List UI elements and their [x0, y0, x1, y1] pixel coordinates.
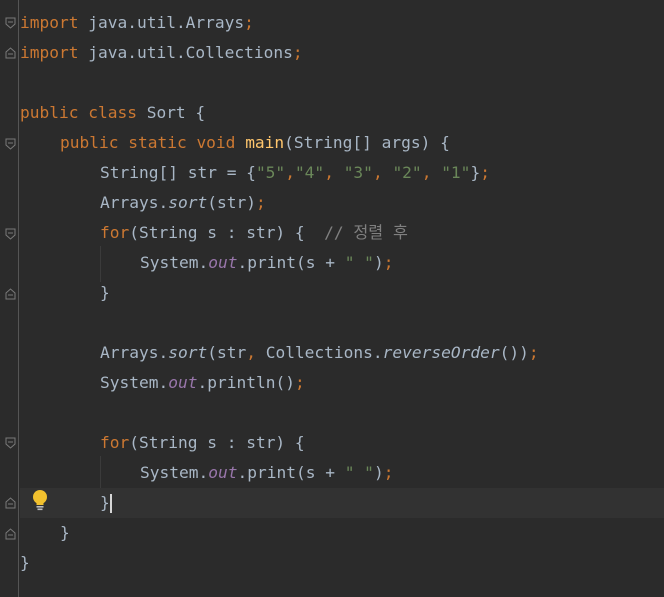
code-line-13[interactable]: System.out.println(); [100, 368, 664, 398]
fold-marker-icon[interactable] [5, 437, 16, 449]
code-line-2[interactable]: import java.util.Collections; [20, 38, 664, 68]
indent-guide [100, 456, 101, 492]
code-line-4[interactable]: public class Sort { [20, 98, 664, 128]
code-line-10[interactable]: } [100, 278, 664, 308]
code-line-18[interactable]: } [60, 518, 664, 548]
text-caret [109, 494, 112, 513]
code-line-6[interactable]: String[] str = {"5","4", "3", "2", "1"}; [100, 158, 664, 188]
fold-marker-icon[interactable] [5, 17, 16, 29]
fold-marker-icon[interactable] [5, 497, 16, 509]
fold-marker-icon[interactable] [5, 47, 16, 59]
gutter-separator [18, 0, 19, 597]
code-line-5[interactable]: public static void main(String[] args) { [60, 128, 664, 158]
intention-bulb-icon[interactable] [30, 488, 50, 512]
code-editor[interactable]: import java.util.Arrays; import java.uti… [0, 0, 664, 597]
code-line-7[interactable]: Arrays.sort(str); [100, 188, 664, 218]
code-line-19[interactable]: } [20, 548, 664, 578]
fold-marker-icon[interactable] [5, 528, 16, 540]
fold-marker-icon[interactable] [5, 228, 16, 240]
fold-marker-icon[interactable] [5, 138, 16, 150]
code-line-15[interactable]: for(String s : str) { [100, 428, 664, 458]
code-line-12[interactable]: Arrays.sort(str, Collections.reverseOrde… [100, 338, 664, 368]
fold-marker-icon[interactable] [5, 288, 16, 300]
code-line-17-current[interactable]: } [20, 488, 664, 518]
code-line-16[interactable]: System.out.print(s + " "); [140, 458, 664, 488]
indent-guide [100, 246, 101, 282]
code-line-8[interactable]: for(String s : str) { // 정렬 후 [100, 218, 664, 248]
code-line-9[interactable]: System.out.print(s + " "); [140, 248, 664, 278]
code-line-1[interactable]: import java.util.Arrays; [20, 8, 664, 38]
